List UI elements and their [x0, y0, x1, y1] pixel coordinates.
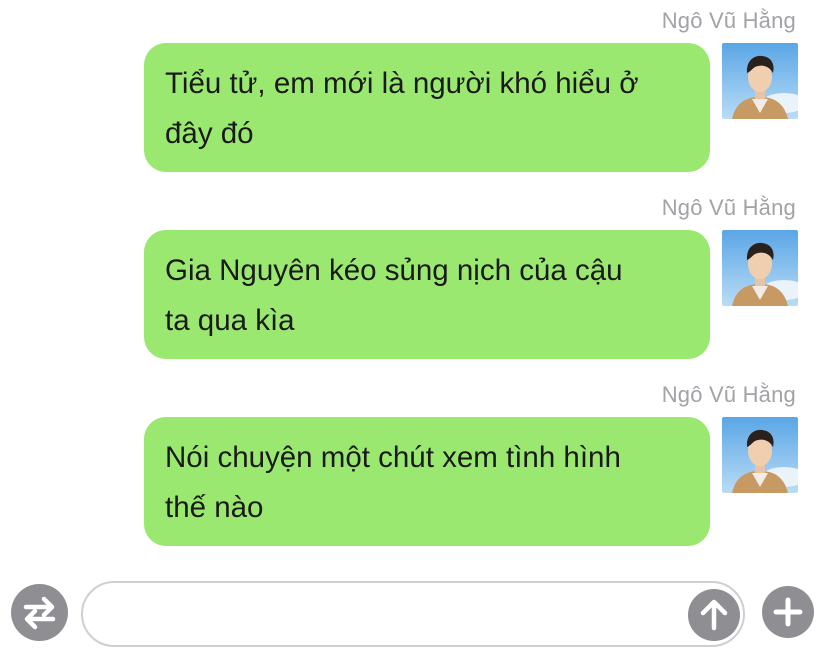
message-input-bar [0, 576, 828, 658]
message-line: Tiểu tử, em mới là người khó hiểu ở [165, 67, 639, 100]
message-line: Nói chuyện một chút xem tình hình [165, 441, 621, 474]
sender-name: Ngô Vũ Hằng [661, 382, 796, 407]
avatar[interactable] [722, 43, 798, 119]
message-line: thế nào [165, 491, 264, 524]
avatar-photo [722, 43, 798, 119]
avatar[interactable] [722, 417, 798, 493]
message-line: đây đó [165, 117, 254, 150]
message-bubble[interactable]: Nói chuyện một chút xem tình hình thế nà… [144, 417, 710, 546]
avatar-photo [722, 417, 798, 493]
switch-button[interactable] [11, 584, 68, 641]
message-bubble[interactable]: Gia Nguyên kéo sủng nịch của cậu ta qua … [144, 230, 710, 359]
add-button[interactable] [762, 586, 814, 638]
message-bubble[interactable]: Tiểu tử, em mới là người khó hiểu ở đây … [144, 43, 710, 172]
plus-icon [773, 597, 803, 627]
avatar[interactable] [722, 230, 798, 306]
message-line: ta qua kìa [165, 304, 295, 337]
arrow-up-icon [700, 599, 728, 631]
sender-name: Ngô Vũ Hằng [661, 195, 796, 220]
chat-window: Ngô Vũ Hằng Tiểu tử, em mới là người khó… [0, 0, 828, 658]
message-input[interactable] [81, 581, 745, 647]
sender-name: Ngô Vũ Hằng [661, 8, 796, 33]
send-button[interactable] [688, 589, 740, 641]
switch-arrows-icon [23, 596, 56, 630]
avatar-photo [722, 230, 798, 306]
message-line: Gia Nguyên kéo sủng nịch của cậu [165, 254, 623, 287]
